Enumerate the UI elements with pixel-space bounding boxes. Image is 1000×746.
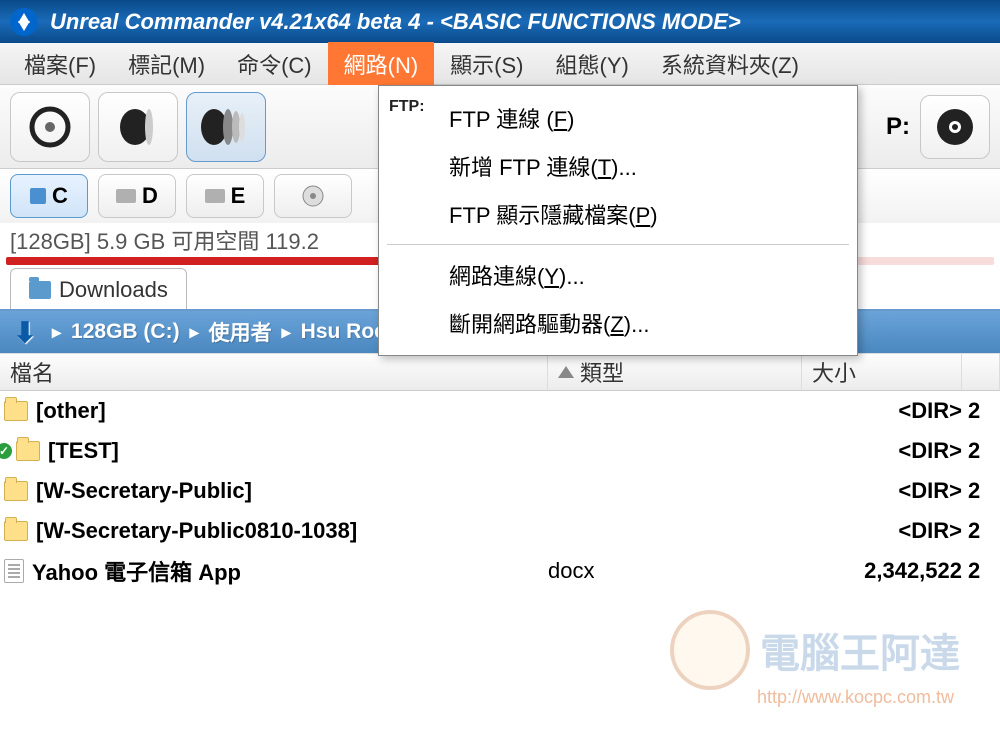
file-size: <DIR>	[802, 478, 962, 504]
drive-d[interactable]: D	[98, 174, 176, 218]
menu-file[interactable]: 檔案(F)	[8, 42, 112, 86]
disc-icon	[933, 105, 977, 149]
list-item[interactable]: [other] <DIR> 2	[0, 391, 1000, 431]
file-last: 2	[962, 438, 996, 464]
column-extra[interactable]	[962, 354, 1000, 390]
list-item[interactable]: [W-Secretary-Public] <DIR> 2	[0, 471, 1000, 511]
toolbar-btn-lens1[interactable]	[98, 92, 178, 162]
file-name: [TEST]	[48, 438, 119, 464]
folder-icon	[16, 441, 40, 461]
file-size: <DIR>	[802, 518, 962, 544]
menu-separator	[387, 244, 849, 245]
column-type-label: 類型	[580, 356, 624, 388]
drive-c[interactable]: C	[10, 174, 88, 218]
list-item[interactable]: [W-Secretary-Public0810-1038] <DIR> 2	[0, 511, 1000, 551]
menu-ftp-connect[interactable]: FTP 連線 (F)	[379, 94, 857, 142]
menu-system-folders[interactable]: 系統資料夾(Z)	[645, 42, 815, 86]
toolbar-btn-refresh[interactable]	[10, 92, 90, 162]
toolbar-btn-disc[interactable]	[920, 95, 990, 159]
file-last: 2	[962, 558, 996, 584]
menu-bar: 檔案(F) 標記(M) 命令(C) 網路(N) 顯示(S) 組態(Y) 系統資料…	[0, 43, 1000, 85]
chevron-right-icon: ▸	[190, 322, 199, 343]
network-menu-dropdown: FTP: FTP 連線 (F) 新增 FTP 連線(T)... FTP 顯示隱藏…	[378, 85, 858, 356]
drive-letter: C	[52, 183, 68, 209]
drive-icon	[30, 188, 46, 204]
sort-ascending-icon	[558, 366, 574, 378]
file-last: 2	[962, 398, 996, 424]
file-name: [W-Secretary-Public]	[36, 478, 252, 504]
app-title: Unreal Commander v4.21x64 beta 4 - <BASI…	[50, 9, 741, 35]
file-name: Yahoo 電子信箱 App	[32, 555, 241, 587]
menu-command[interactable]: 命令(C)	[221, 42, 328, 86]
drive-icon	[116, 189, 136, 203]
lens-stack-icon	[198, 104, 254, 150]
chevron-right-icon: ▸	[282, 322, 291, 343]
tab-label: Downloads	[59, 277, 168, 303]
optical-drive-icon	[301, 184, 325, 208]
dropdown-section-label: FTP:	[389, 98, 425, 116]
folder-icon	[4, 401, 28, 421]
column-headers: 檔名 類型 大小	[0, 353, 1000, 391]
file-name: [other]	[36, 398, 106, 424]
tab-downloads[interactable]: Downloads	[10, 268, 187, 309]
toolbar-drive-label: P:	[886, 113, 910, 141]
file-list: [other] <DIR> 2 ✓ [TEST] <DIR> 2 [W-Secre…	[0, 391, 1000, 591]
file-size: <DIR>	[802, 398, 962, 424]
watermark: 電腦王阿達	[670, 610, 960, 690]
column-size[interactable]: 大小	[802, 354, 962, 390]
watermark-url: http://www.kocpc.com.tw	[757, 687, 954, 708]
watermark-face-icon	[670, 610, 750, 690]
folder-icon	[29, 281, 51, 299]
check-icon: ✓	[0, 443, 12, 459]
file-size: 2,342,522	[802, 558, 962, 584]
menu-config[interactable]: 組態(Y)	[540, 42, 645, 86]
folder-icon	[4, 481, 28, 501]
list-item[interactable]: ✓ [TEST] <DIR> 2	[0, 431, 1000, 471]
breadcrumb-dropdown-icon[interactable]: ⬇	[8, 315, 42, 349]
watermark-text: 電腦王阿達	[760, 621, 960, 679]
menu-show[interactable]: 顯示(S)	[434, 42, 539, 86]
breadcrumb-item[interactable]: 128GB (C:)	[71, 320, 180, 344]
list-item[interactable]: Yahoo 電子信箱 App docx 2,342,522 2	[0, 551, 1000, 591]
file-type: docx	[548, 558, 802, 584]
drive-e[interactable]: E	[186, 174, 264, 218]
menu-network-disconnect[interactable]: 斷開網路驅動器(Z)...	[379, 299, 857, 347]
drive-optical[interactable]	[274, 174, 352, 218]
folder-icon	[4, 521, 28, 541]
target-icon	[27, 104, 73, 150]
toolbar-right: P:	[886, 95, 990, 159]
file-name: [W-Secretary-Public0810-1038]	[36, 518, 357, 544]
file-last: 2	[962, 518, 996, 544]
disk-space-text: [128GB] 5.9 GB 可用空間 119.2	[10, 224, 319, 256]
column-type[interactable]: 類型	[548, 354, 802, 390]
file-size: <DIR>	[802, 438, 962, 464]
file-last: 2	[962, 478, 996, 504]
menu-ftp-show-hidden[interactable]: FTP 顯示隱藏檔案(P)	[379, 190, 857, 238]
drive-letter: D	[142, 183, 158, 209]
drive-letter: E	[231, 183, 246, 209]
drive-icon	[205, 189, 225, 203]
chevron-right-icon: ▸	[52, 322, 61, 343]
title-bar: Unreal Commander v4.21x64 beta 4 - <BASI…	[0, 0, 1000, 43]
lens-icon	[115, 104, 161, 150]
document-icon	[4, 559, 24, 583]
toolbar-btn-lens-stack[interactable]	[186, 92, 266, 162]
app-icon	[10, 8, 38, 36]
column-name[interactable]: 檔名	[0, 354, 548, 390]
breadcrumb-item[interactable]: 使用者	[209, 317, 272, 347]
menu-ftp-new[interactable]: 新增 FTP 連線(T)...	[379, 142, 857, 190]
menu-network-connect[interactable]: 網路連線(Y)...	[379, 251, 857, 299]
menu-network[interactable]: 網路(N)	[328, 42, 435, 86]
menu-mark[interactable]: 標記(M)	[112, 42, 221, 86]
